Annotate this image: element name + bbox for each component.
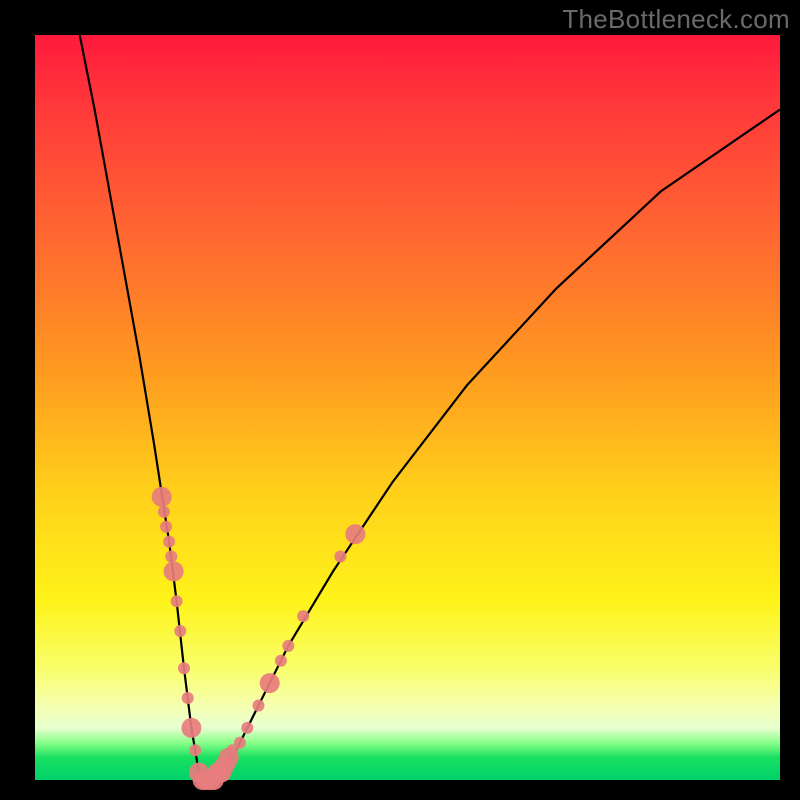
data-marker: [334, 551, 346, 563]
data-marker: [297, 610, 309, 622]
data-marker: [152, 487, 172, 507]
data-marker: [178, 662, 190, 674]
watermark-text: TheBottleneck.com: [562, 4, 790, 35]
data-marker: [174, 625, 186, 637]
plot-area: [35, 35, 780, 780]
data-marker: [160, 521, 172, 533]
data-marker: [165, 551, 177, 563]
curve-layer: [35, 35, 780, 780]
data-marker: [189, 744, 201, 756]
data-marker: [164, 561, 184, 581]
data-marker: [158, 506, 170, 518]
data-marker: [282, 640, 294, 652]
data-marker: [182, 692, 194, 704]
chart-frame: TheBottleneck.com: [0, 0, 800, 800]
data-marker: [181, 718, 201, 738]
data-marker: [260, 673, 280, 693]
curve-markers: [152, 487, 366, 790]
data-marker: [275, 655, 287, 667]
data-marker: [345, 524, 365, 544]
data-marker: [241, 722, 253, 734]
data-marker: [163, 536, 175, 548]
data-marker: [234, 737, 246, 749]
data-marker: [253, 700, 265, 712]
data-marker: [171, 595, 183, 607]
